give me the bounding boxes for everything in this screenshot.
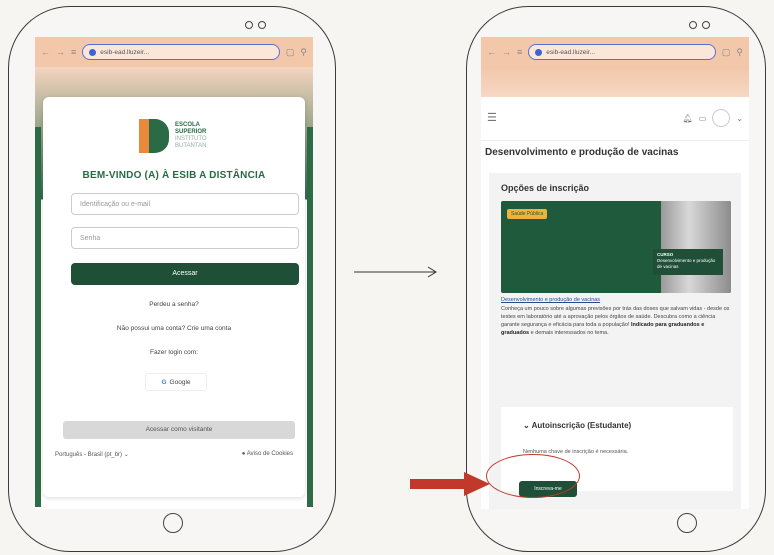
tab-count-icon[interactable]: ▢ — [722, 47, 731, 58]
google-label: Google — [169, 379, 191, 386]
forward-icon[interactable]: → — [56, 47, 65, 57]
language-select[interactable]: Português - Brasil (pt_br) ⌄ — [55, 451, 129, 458]
google-icon: G — [161, 379, 167, 386]
create-account-link[interactable]: Não possui uma conta? Crie uma conta — [43, 325, 305, 332]
banner-photo — [661, 201, 731, 293]
login-screen: ← → ≡ esib-ead.lluzeir... ▢ ⚲ ESCOLA SUP… — [35, 37, 313, 509]
identification-input[interactable]: Identificação ou e-mail — [71, 193, 299, 215]
course-screen: ← → ≡ esib-ead.lluzeir... ▢ ⚲ ☰ 🔔︎ ▭ ⌄ D… — [481, 37, 749, 509]
tabs-icon[interactable]: ≡ — [517, 47, 522, 57]
camera-dots — [245, 21, 266, 29]
chevron-down-icon: ⌄ — [523, 421, 530, 430]
url-bar[interactable]: esib-ead.lluzeir... — [528, 44, 716, 60]
home-button-icon — [163, 513, 183, 533]
cookies-link[interactable]: ● Aviso de Cookies — [242, 451, 293, 457]
course-link[interactable]: Desenvolvimento e produção de vacinas — [501, 297, 600, 303]
course-title: Desenvolvimento e produção de vacinas — [485, 147, 679, 158]
left-phone-frame: ← → ≡ esib-ead.lluzeir... ▢ ⚲ ESCOLA SUP… — [8, 6, 336, 552]
highlight-ellipse — [486, 454, 580, 498]
banner-label: CURSO Desenvolvimento e produção de vaci… — [653, 249, 723, 275]
banner-tag: Saúde Pública — [507, 209, 548, 219]
google-login-button[interactable]: G Google — [145, 373, 207, 391]
cookie-icon: ● — [241, 451, 246, 457]
login-button[interactable]: Acessar — [71, 263, 299, 285]
browser-bar: ← → ≡ esib-ead.lluzeir... ▢ ⚲ — [481, 37, 749, 67]
guest-access-button[interactable]: Acessar como visitante — [63, 421, 295, 439]
course-description: Conheça um pouco sobre algumas previsões… — [501, 306, 730, 336]
url-bar[interactable]: esib-ead.lluzeir... — [82, 44, 280, 60]
menu-icon[interactable]: ☰ — [487, 111, 497, 124]
app-header: ☰ 🔔︎ ▭ ⌄ — [481, 97, 749, 141]
self-enrolment-title[interactable]: ⌄ Autoinscrição (Estudante) — [523, 421, 631, 430]
login-card: ESCOLA SUPERIOR INSTITUTO BUTANTAN BEM-V… — [43, 97, 305, 497]
site-icon — [535, 48, 543, 56]
password-input[interactable]: Senha — [71, 227, 299, 249]
header-icons: 🔔︎ ▭ ⌄ — [683, 109, 743, 127]
esib-logo: ESCOLA SUPERIOR INSTITUTO BUTANTAN — [139, 119, 207, 153]
chat-icon[interactable]: ▭ — [699, 114, 707, 123]
welcome-heading: BEM-VINDO (A) À ESIB A DISTÂNCIA — [82, 170, 266, 181]
back-icon[interactable]: ← — [41, 47, 50, 57]
tab-count-icon[interactable]: ▢ — [286, 47, 295, 58]
browser-bar: ← → ≡ esib-ead.lluzeir... ▢ ⚲ — [35, 37, 313, 67]
notification-icon[interactable]: 🔔︎ — [683, 114, 693, 123]
tabs-icon[interactable]: ≡ — [71, 47, 76, 57]
url-text: esib-ead.lluzeir... — [100, 48, 150, 56]
tutorial-figure: ← → ≡ esib-ead.lluzeir... ▢ ⚲ ESCOLA SUP… — [0, 0, 774, 555]
home-button-icon — [677, 513, 697, 533]
logo-text: ESCOLA SUPERIOR INSTITUTO BUTANTAN — [175, 122, 207, 149]
enrolment-options-title: Opções de inscrição — [501, 183, 590, 193]
flow-arrow-icon — [354, 266, 437, 278]
login-with-label: Fazer login com: — [149, 349, 199, 356]
avatar[interactable] — [712, 109, 731, 127]
logo-mark-icon — [139, 119, 169, 153]
forward-icon[interactable]: → — [502, 47, 511, 57]
chevron-down-icon[interactable]: ⌄ — [736, 114, 743, 123]
back-icon[interactable]: ← — [487, 47, 496, 57]
browser-spacer — [481, 67, 749, 97]
account-icon[interactable]: ⚲ — [300, 47, 307, 58]
site-icon — [89, 48, 97, 56]
forgot-password-link[interactable]: Perdeu a senha? — [43, 301, 305, 308]
account-icon[interactable]: ⚲ — [736, 47, 743, 58]
camera-dots — [689, 21, 710, 29]
red-pointer-arrow-icon — [410, 472, 490, 496]
course-banner: Saúde Pública CURSO Desenvolvimento e pr… — [501, 201, 731, 293]
url-text: esib-ead.lluzeir... — [546, 48, 596, 56]
